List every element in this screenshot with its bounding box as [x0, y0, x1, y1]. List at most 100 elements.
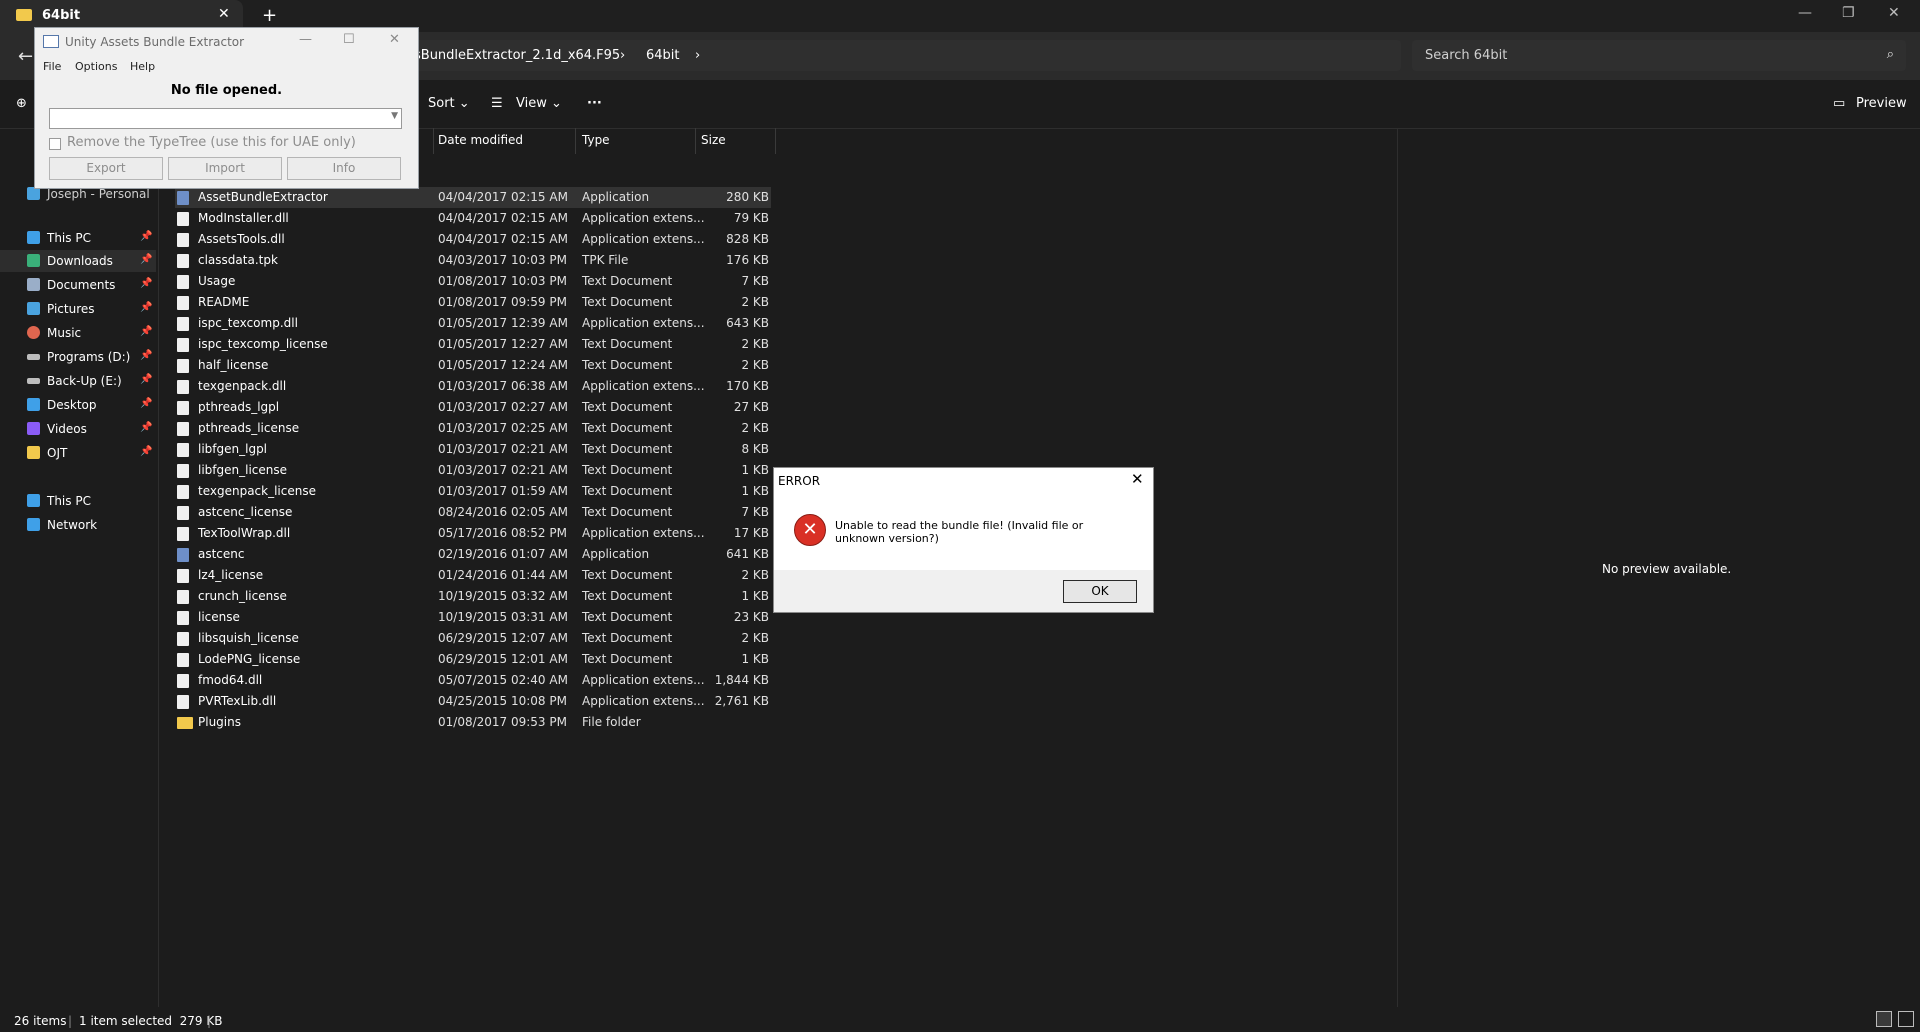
- nav-item-desktop[interactable]: Desktop 📌: [0, 394, 156, 416]
- nav-item-backup-e[interactable]: Back-Up (E:) 📌: [0, 370, 156, 392]
- close-icon[interactable]: ✕: [1131, 470, 1144, 488]
- file-name: ispc_texcomp_license: [198, 337, 328, 351]
- file-size: 170 KB: [726, 379, 769, 393]
- file-type: Text Document: [582, 295, 673, 309]
- export-button[interactable]: Export: [49, 157, 163, 180]
- menu-help[interactable]: Help: [130, 60, 155, 73]
- file-icon: [177, 653, 189, 667]
- minimize-icon[interactable]: —: [299, 32, 312, 47]
- column-divider[interactable]: [433, 128, 434, 154]
- import-button[interactable]: Import: [168, 157, 282, 180]
- column-divider[interactable]: [775, 128, 776, 154]
- table-row[interactable]: crunch_license 10/19/2015 03:32 AM Text Do…: [175, 586, 771, 607]
- table-row[interactable]: LodePNG_license 06/29/2015 12:01 AM Text D…: [175, 649, 771, 670]
- table-row[interactable]: PVRTexLib.dll 04/25/2015 10:08 PM Applicat…: [175, 691, 771, 712]
- table-row[interactable]: half_license 01/05/2017 12:24 AM Text Docu…: [175, 355, 771, 376]
- file-name: texgenpack_license: [198, 484, 316, 498]
- chevron-down-icon[interactable]: ▼: [391, 111, 398, 121]
- bundle-combo-box[interactable]: ▼: [49, 108, 402, 129]
- nav-item-music[interactable]: Music 📌: [0, 322, 156, 344]
- column-type[interactable]: Type: [582, 133, 610, 147]
- breadcrumb-parent[interactable]: sBundleExtractor_2.1d_x64.F95: [414, 48, 620, 63]
- menu-options[interactable]: Options: [75, 60, 117, 73]
- table-row[interactable]: fmod64.dll 05/07/2015 02:40 AM Application…: [175, 670, 771, 691]
- file-size: 176 KB: [726, 253, 769, 267]
- table-row[interactable]: texgenpack.dll 01/03/2017 06:38 AM Applica…: [175, 376, 771, 397]
- tiles-view-icon[interactable]: [1898, 1011, 1914, 1027]
- nav-item-programs-d[interactable]: Programs (D:) 📌: [0, 346, 156, 368]
- column-date-modified[interactable]: Date modified: [438, 133, 523, 147]
- nav-item-pictures[interactable]: Pictures 📌: [0, 298, 156, 320]
- music-icon: [27, 326, 40, 339]
- desktop-icon: [27, 398, 40, 411]
- table-row[interactable]: AssetsTools.dll 04/04/2017 02:15 AM Applic…: [175, 229, 771, 250]
- minimize-icon[interactable]: —: [1798, 5, 1812, 21]
- table-row[interactable]: pthreads_license 01/03/2017 02:25 AM Text …: [175, 418, 771, 439]
- file-date: 01/03/2017 06:38 AM: [438, 379, 568, 393]
- table-row[interactable]: libsquish_license 06/29/2015 12:07 AM Text…: [175, 628, 771, 649]
- tab-label: 64bit: [42, 8, 81, 23]
- table-row[interactable]: README 01/08/2017 09:59 PM Text Document 2 …: [175, 292, 771, 313]
- table-row[interactable]: texgenpack_license 01/03/2017 01:59 AM Tex…: [175, 481, 771, 502]
- details-view-icon[interactable]: [1876, 1011, 1892, 1027]
- search-icon: ⌕: [1886, 47, 1894, 62]
- sort-button[interactable]: Sort ⌄: [428, 96, 470, 111]
- nav-item-videos[interactable]: Videos 📌: [0, 418, 156, 440]
- close-window-icon[interactable]: ✕: [1888, 5, 1900, 21]
- table-row[interactable]: astcenc_license 08/24/2016 02:05 AM Text D…: [175, 502, 771, 523]
- file-date: 01/05/2017 12:39 AM: [438, 316, 568, 330]
- info-button[interactable]: Info: [287, 157, 401, 180]
- nav-item-downloads[interactable]: Downloads 📌: [0, 250, 156, 272]
- file-date: 01/03/2017 02:25 AM: [438, 421, 568, 435]
- view-button[interactable]: View ⌄: [516, 96, 562, 111]
- nav-item-network[interactable]: Network: [0, 514, 156, 536]
- table-row[interactable]: ispc_texcomp_license 01/05/2017 12:27 AM T…: [175, 334, 771, 355]
- maximize-icon[interactable]: ☐: [343, 32, 355, 47]
- column-size[interactable]: Size: [701, 133, 726, 147]
- table-row[interactable]: Plugins 01/08/2017 09:53 PM File folder: [175, 712, 771, 733]
- column-divider[interactable]: [575, 128, 576, 154]
- table-row[interactable]: ispc_texcomp.dll 01/05/2017 12:39 AM Appli…: [175, 313, 771, 334]
- table-row[interactable]: libfgen_license 01/03/2017 02:21 AM Text D…: [175, 460, 771, 481]
- table-row[interactable]: libfgen_lgpl 01/03/2017 02:21 AM Text Docu…: [175, 439, 771, 460]
- file-date: 01/05/2017 12:27 AM: [438, 337, 568, 351]
- menu-file[interactable]: File: [43, 60, 61, 73]
- table-row[interactable]: pthreads_lgpl 01/03/2017 02:27 AM Text Doc…: [175, 397, 771, 418]
- new-icon[interactable]: ⊕: [16, 96, 27, 111]
- back-arrow-icon[interactable]: ←: [18, 46, 33, 67]
- folder-icon: [16, 9, 32, 21]
- nav-item-ojt[interactable]: OJT 📌: [0, 442, 156, 464]
- table-row[interactable]: classdata.tpk 04/03/2017 10:03 PM TPK File…: [175, 250, 771, 271]
- chevron-right-icon[interactable]: ›: [695, 48, 700, 63]
- table-row[interactable]: lz4_license 01/24/2016 01:44 AM Text Docum…: [175, 565, 771, 586]
- new-tab-button[interactable]: +: [262, 5, 277, 26]
- nav-item-documents[interactable]: Documents 📌: [0, 274, 156, 296]
- table-row[interactable]: AssetBundleExtractor 04/04/2017 02:15 AM A…: [175, 187, 771, 208]
- videos-icon: [27, 422, 40, 435]
- table-row[interactable]: TexToolWrap.dll 05/17/2016 08:52 PM Applic…: [175, 523, 771, 544]
- close-icon[interactable]: ✕: [389, 32, 400, 47]
- breadcrumb-current[interactable]: 64bit: [646, 48, 680, 63]
- ok-button[interactable]: OK: [1063, 580, 1137, 603]
- search-input[interactable]: Search 64bit ⌕: [1412, 40, 1906, 71]
- more-options-button[interactable]: ···: [587, 96, 602, 111]
- nav-item-this-pc[interactable]: This PC 📌: [0, 227, 156, 249]
- file-date: 06/29/2015 12:07 AM: [438, 631, 568, 645]
- file-type: TPK File: [582, 253, 629, 267]
- remove-typetree-checkbox[interactable]: [49, 138, 61, 150]
- file-size: 1 KB: [741, 463, 769, 477]
- preview-button[interactable]: Preview: [1856, 96, 1907, 111]
- nav-item-label: Downloads: [47, 254, 113, 268]
- restore-icon[interactable]: ❐: [1842, 5, 1855, 21]
- file-icon: [177, 506, 189, 520]
- table-row[interactable]: Usage 01/08/2017 10:03 PM Text Document 7 K…: [175, 271, 771, 292]
- nav-item-this-pc-2[interactable]: This PC: [0, 490, 156, 512]
- table-row[interactable]: astcenc 02/19/2016 01:07 AM Application 641…: [175, 544, 771, 565]
- download-icon: [27, 254, 40, 267]
- column-divider[interactable]: [695, 128, 696, 154]
- table-row[interactable]: license 10/19/2015 03:31 AM Text Document 2…: [175, 607, 771, 628]
- tab-close-icon[interactable]: ✕: [218, 6, 230, 22]
- file-date: 08/24/2016 02:05 AM: [438, 505, 568, 519]
- table-row[interactable]: ModInstaller.dll 04/04/2017 02:15 AM Appli…: [175, 208, 771, 229]
- nav-item-label: Network: [47, 518, 98, 532]
